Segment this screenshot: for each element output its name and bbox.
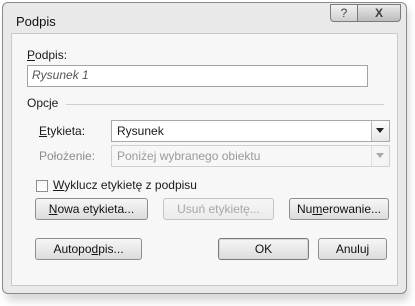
position-select[interactable]: Poniżej wybranego obiektu bbox=[111, 145, 390, 167]
dialog-title: Podpis bbox=[16, 14, 56, 29]
title-bar[interactable]: Podpis ? X bbox=[3, 3, 406, 35]
cancel-button[interactable]: Anuluj bbox=[318, 238, 387, 260]
position-select-value: Poniżej wybranego obiektu bbox=[117, 149, 261, 163]
exclude-label-checkbox[interactable] bbox=[36, 180, 48, 192]
help-icon: ? bbox=[340, 6, 348, 20]
numbering-button[interactable]: Numerowanie... bbox=[289, 198, 389, 220]
options-group-divider bbox=[66, 104, 384, 105]
autocaption-button[interactable]: Autopodpis... bbox=[35, 238, 142, 260]
options-group-label: Opcje bbox=[27, 96, 59, 110]
label-field-label: Etykieta: bbox=[39, 124, 86, 138]
position-field-label: Położenie: bbox=[39, 149, 96, 163]
dialog-body: Podpis: Rysunek 1 Opcje Etykieta: Rysune… bbox=[11, 33, 398, 286]
chevron-down-icon[interactable] bbox=[371, 146, 389, 166]
label-select-value: Rysunek bbox=[117, 124, 164, 138]
caption-dialog: Podpis ? X Podpis: Rysunek 1 Opcje Etyki… bbox=[2, 2, 407, 294]
close-button[interactable]: X bbox=[357, 4, 401, 22]
caption-input[interactable]: Rysunek 1 bbox=[27, 65, 368, 87]
chevron-down-icon[interactable] bbox=[371, 121, 389, 141]
help-button[interactable]: ? bbox=[330, 4, 358, 22]
exclude-label-checkbox-label[interactable]: Wyklucz etykietę z podpisu bbox=[53, 178, 197, 192]
close-icon: X bbox=[374, 6, 383, 20]
label-select[interactable]: Rysunek bbox=[111, 120, 390, 142]
new-label-button[interactable]: Nowa etykieta... bbox=[35, 198, 148, 220]
ok-button[interactable]: OK bbox=[218, 238, 309, 260]
delete-label-button[interactable]: Usuń etykietę... bbox=[163, 198, 274, 220]
caption-label: Podpis: bbox=[27, 48, 68, 62]
